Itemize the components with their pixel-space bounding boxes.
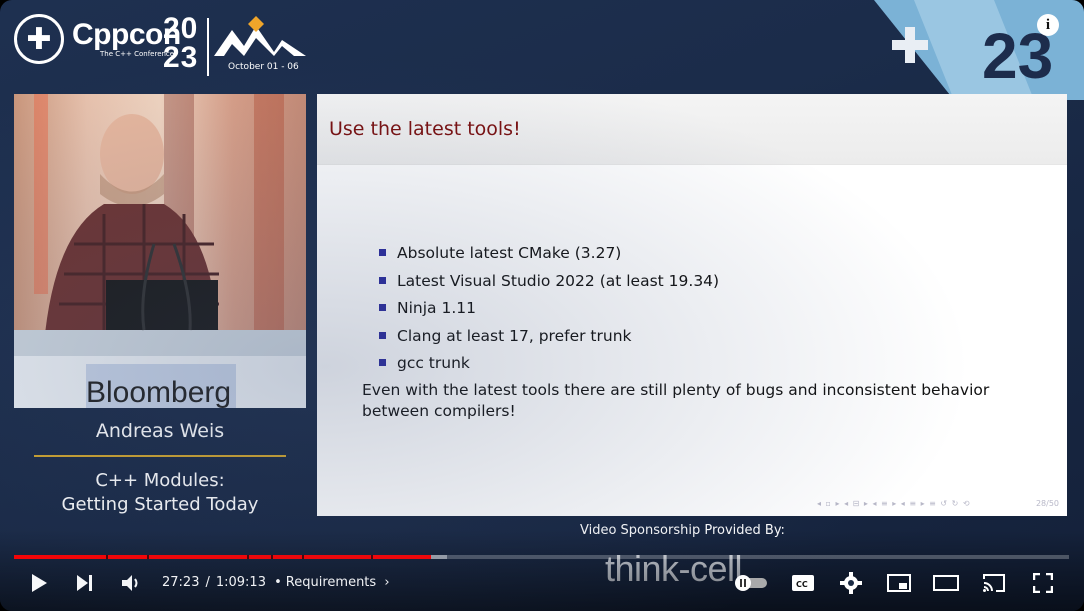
controls-overlay (0, 530, 1084, 611)
bullet-item: Ninja 1.11 (379, 297, 719, 325)
chapter-title[interactable]: Requirements (286, 575, 376, 590)
speaker-video: Bloomberg (14, 94, 306, 408)
time-separator: / (205, 575, 210, 590)
speaker-divider (34, 455, 286, 457)
chapter-marker (147, 555, 149, 559)
conference-dates: October 01 - 06 (228, 62, 299, 72)
chapter-marker (302, 555, 304, 559)
cast-icon (983, 574, 1005, 592)
progress-bar[interactable] (14, 555, 1069, 559)
beamer-nav-icons: ◂ ▫ ▸ ◂ ⊟ ▸ ◂ ≡ ▸ ◂ ≡ ▸ ≡ ↺ ↻ ⟲ (817, 499, 971, 508)
progress-played (14, 555, 432, 559)
current-time: 27:23 (162, 575, 200, 590)
bullet-item: gcc trunk (379, 352, 719, 380)
chapter-marker (106, 555, 108, 559)
chapter-marker (371, 555, 373, 559)
paragraph-line1: Even with the latest tools there are sti… (362, 381, 990, 399)
play-button[interactable] (26, 569, 52, 597)
bullet-dot: • (274, 575, 282, 590)
conference-year: 20 23 (163, 12, 199, 74)
speaker-name: Andreas Weis (95, 420, 225, 442)
talk-title-line2: Getting Started Today (61, 494, 259, 515)
slide-title: Use the latest tools! (329, 118, 521, 140)
duration: 1:09:13 (215, 575, 266, 590)
theater-button[interactable] (932, 569, 960, 597)
slide-paragraph: Even with the latest tools there are sti… (362, 380, 1022, 422)
svg-text:CC: CC (796, 580, 808, 589)
volume-icon (122, 575, 138, 591)
miniplayer-button[interactable] (886, 569, 912, 597)
autoplay-toggle[interactable] (732, 569, 770, 597)
next-icon (77, 575, 92, 591)
captions-button[interactable]: CC (790, 569, 816, 597)
video-player[interactable]: ✚ Cppcon The C++ Conference 20 23 Octobe… (0, 0, 1084, 611)
talk-title-line1: C++ Modules: (95, 470, 225, 491)
fullscreen-icon (1033, 573, 1053, 593)
presentation-slide: Use the latest tools! Absolute latest CM… (317, 94, 1067, 516)
captions-icon: CC (792, 575, 814, 591)
info-icon[interactable]: i (1037, 14, 1059, 36)
chevron-right-icon[interactable]: › (384, 575, 389, 590)
paragraph-line2: between compilers! (362, 402, 516, 420)
mountain-logo-icon (214, 16, 306, 56)
bullet-item: Latest Visual Studio 2022 (at least 19.3… (379, 270, 719, 298)
logo-divider (207, 18, 209, 76)
theater-icon (933, 575, 959, 591)
year-top: 20 (163, 12, 199, 45)
chapter-marker (247, 555, 249, 559)
cppcon-plus-icon: ✚ (14, 14, 64, 64)
autoplay-toggle-icon (735, 575, 767, 591)
cppcon-logo: ✚ Cppcon The C++ Conference (14, 14, 181, 64)
year-bottom: 23 (163, 41, 199, 74)
fullscreen-button[interactable] (1030, 569, 1056, 597)
podium-sponsor: Bloomberg (86, 376, 231, 408)
slide-page-number: 28/50 (1035, 499, 1059, 508)
settings-icon (840, 572, 862, 594)
time-display: 27:23 / 1:09:13 • Requirements › (162, 575, 390, 590)
bullet-item: Clang at least 17, prefer trunk (379, 325, 719, 353)
volume-button[interactable] (118, 569, 144, 597)
bullet-item: Absolute latest CMake (3.27) (379, 242, 719, 270)
miniplayer-icon (887, 574, 911, 592)
talk-title: C++ Modules: Getting Started Today (14, 469, 306, 517)
cast-button[interactable] (980, 569, 1008, 597)
slide-bullets: Absolute latest CMake (3.27) Latest Visu… (379, 242, 719, 380)
speaker-illustration: Bloomberg (14, 94, 306, 408)
chapter-marker (271, 555, 273, 559)
settings-button[interactable] (838, 569, 864, 597)
next-button[interactable] (72, 569, 98, 597)
play-icon (32, 574, 47, 592)
